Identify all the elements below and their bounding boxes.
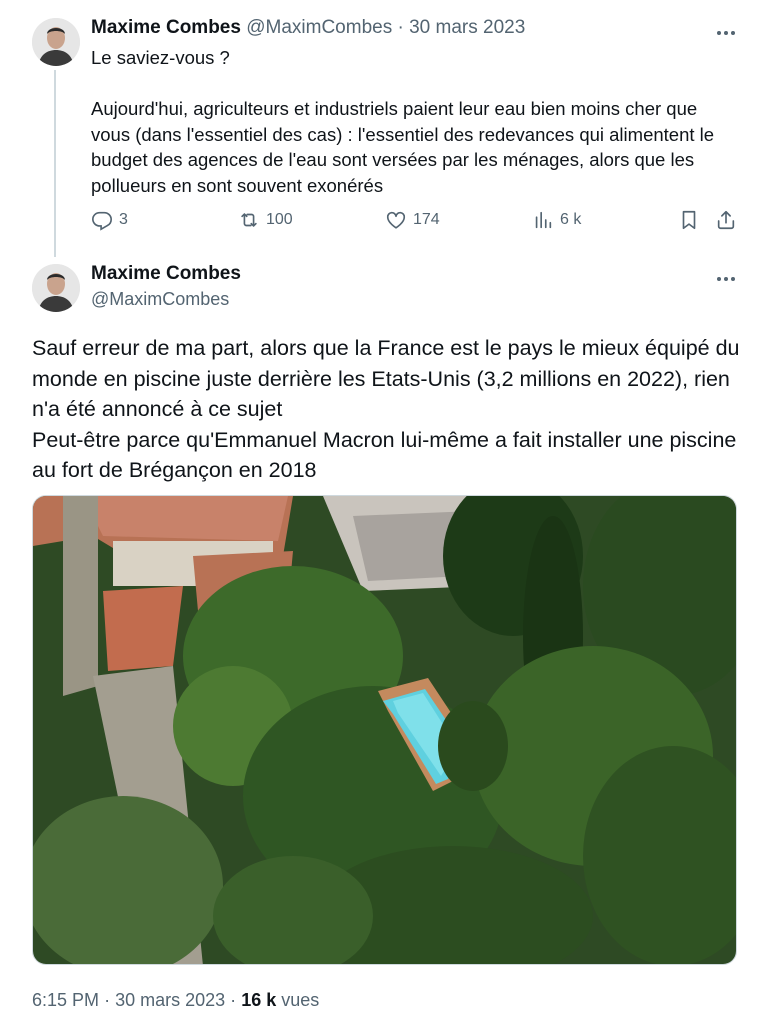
reply-button[interactable]: 3 [91, 209, 128, 231]
tweet-text-paragraph: Peut-être parce qu'Emmanuel Macron lui-m… [32, 427, 737, 483]
retweet-count: 100 [266, 211, 293, 228]
retweet-icon [241, 213, 257, 227]
aerial-pool-photo [33, 496, 736, 964]
thread-connector-line [54, 70, 56, 257]
author-name[interactable]: Maxime Combes [91, 17, 241, 38]
author-handle[interactable]: @MaximCombes [91, 289, 229, 310]
reply-count: 3 [119, 211, 128, 228]
avatar[interactable] [32, 264, 80, 312]
author-name[interactable]: Maxime Combes [91, 263, 241, 285]
separator-dot: · [397, 17, 404, 38]
retweet-button[interactable]: 100 [238, 209, 293, 231]
views-bar-chart-icon [535, 211, 552, 229]
tweet-actions: 3 100 174 6 k [91, 209, 739, 235]
more-options-button[interactable] [716, 25, 736, 36]
tweet-photo[interactable] [32, 495, 737, 965]
tweet-timestamp: 6:15 PM · 30 mars 2023 · 16 k vues [32, 990, 319, 1011]
tweet-text: Le saviez-vous ? Aujourd'hui, agriculteu… [91, 45, 741, 198]
tweet-date[interactable]: 30 mars 2023 [409, 17, 525, 38]
separator-dot: · [230, 990, 237, 1010]
avatar-photo [32, 18, 80, 66]
tweet-text-paragraph: Sauf erreur de ma part, alors que la Fra… [32, 336, 740, 421]
bookmark-icon [682, 210, 696, 230]
separator-dot: · [104, 990, 111, 1010]
author-handle[interactable]: @MaximCombes [246, 17, 392, 38]
like-count: 174 [413, 211, 440, 228]
tweet-text-line: Le saviez-vous ? [91, 47, 230, 68]
share-button[interactable] [715, 209, 737, 231]
tweet-text-paragraph: Aujourd'hui, agriculteurs et industriels… [91, 98, 715, 196]
share-icon [717, 210, 735, 230]
heart-icon [386, 211, 406, 229]
tweet-header: Maxime Combes @MaximCombes · 30 mars 202… [91, 17, 525, 39]
avatar[interactable] [32, 18, 80, 66]
views-count: 16 k [241, 990, 277, 1010]
bookmark-button[interactable] [678, 209, 700, 231]
like-button[interactable]: 174 [385, 209, 440, 231]
more-horizontal-icon [717, 277, 735, 281]
reply-icon [92, 211, 112, 231]
more-options-button[interactable] [716, 271, 736, 282]
avatar-photo [32, 264, 80, 312]
views-count: 6 k [560, 211, 582, 228]
views-label: vues [281, 990, 320, 1010]
tweet-date[interactable]: 30 mars 2023 [115, 990, 225, 1010]
views-button[interactable]: 6 k [532, 209, 581, 231]
tweet-time[interactable]: 6:15 PM [32, 990, 99, 1010]
tweet-text: Sauf erreur de ma part, alors que la Fra… [32, 333, 742, 486]
more-horizontal-icon [717, 31, 735, 35]
